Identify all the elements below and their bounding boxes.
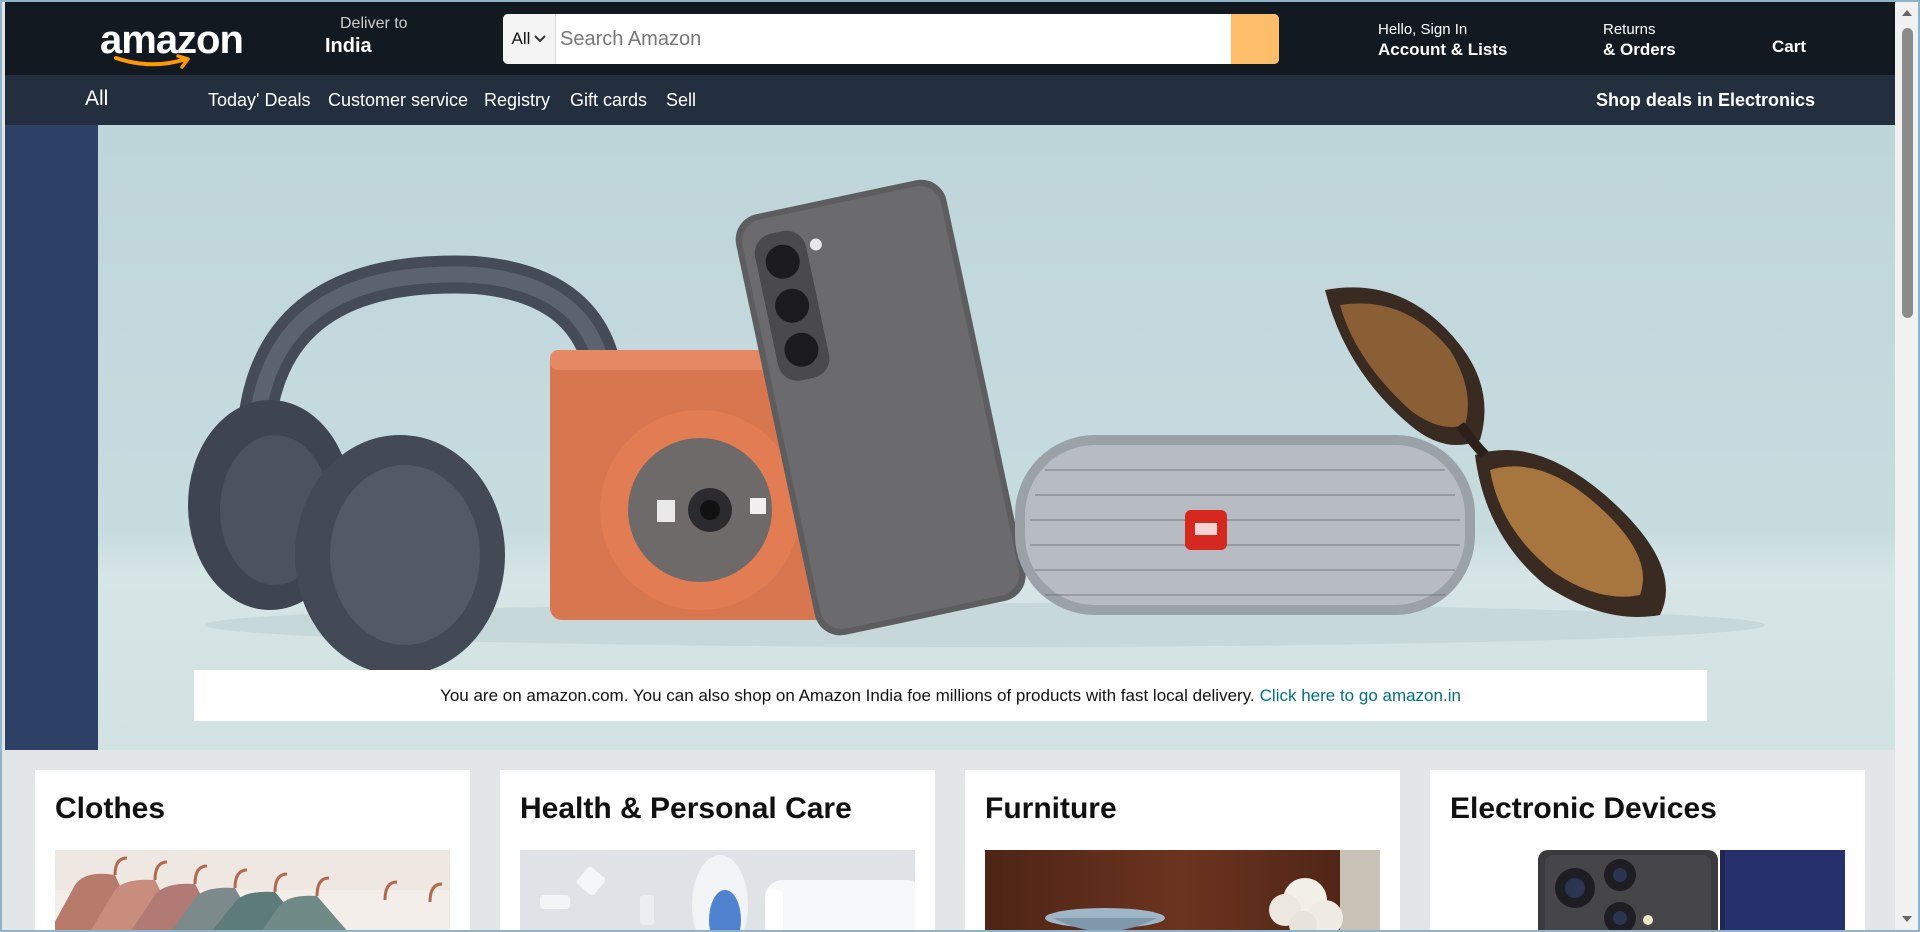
deliver-label: Deliver to — [340, 15, 408, 32]
deliver-to[interactable]: Deliver to India — [325, 15, 408, 58]
search-button[interactable] — [1231, 14, 1279, 64]
signin-greeting: Hello, Sign In — [1378, 21, 1468, 38]
go-amazon-in-link[interactable]: Click here to go amazon.in — [1260, 686, 1461, 706]
orders-label: & Orders — [1603, 40, 1676, 59]
card-clothes[interactable]: Clothes — [35, 770, 470, 932]
card-health-personal-care[interactable]: Health & Personal Care — [500, 770, 935, 932]
account-lists-label: Account & Lists — [1378, 40, 1508, 59]
deliver-location: India — [325, 35, 372, 57]
electronics-image — [1450, 850, 1845, 932]
search-category-select[interactable]: All — [503, 14, 556, 64]
health-care-image — [520, 850, 915, 932]
smile-arrow-icon — [114, 54, 190, 69]
chevron-down-icon — [534, 35, 547, 43]
subnav-item-gift-cards[interactable]: Gift cards — [570, 90, 647, 111]
search-category-label: All — [511, 29, 531, 48]
card-title: Electronic Devices — [1450, 792, 1717, 825]
card-title: Furniture — [985, 792, 1117, 825]
page: amazon Deliver to India All Hello, Sign … — [5, 0, 1895, 932]
returns-label: Returns — [1603, 21, 1656, 38]
all-menu-button[interactable]: All — [85, 87, 108, 111]
card-furniture[interactable]: Furniture — [965, 770, 1400, 932]
scroll-up-arrow-icon[interactable] — [1902, 10, 1912, 16]
subnav-item-sell[interactable]: Sell — [666, 90, 696, 111]
scroll-down-arrow-icon[interactable] — [1902, 916, 1912, 922]
cart-label: Cart — [1772, 37, 1807, 56]
card-title: Clothes — [55, 792, 166, 825]
shop-deals-electronics-link[interactable]: Shop deals in Electronics — [1596, 90, 1815, 111]
cart-link[interactable]: Cart — [1772, 35, 1806, 57]
clothes-image — [55, 850, 450, 932]
subnav-item-registry[interactable]: Registry — [484, 90, 550, 111]
header-nav: amazon Deliver to India All Hello, Sign … — [5, 0, 1895, 75]
search-bar: All — [503, 14, 1279, 64]
returns-orders-link[interactable]: Returns & Orders — [1603, 21, 1676, 60]
vertical-scrollbar[interactable] — [1895, 0, 1920, 932]
card-electronic-devices[interactable]: Electronic Devices — [1430, 770, 1865, 932]
scrollbar-thumb[interactable] — [1902, 28, 1913, 318]
amazon-logo[interactable]: amazon — [100, 20, 244, 70]
region-notice: You are on amazon.com. You can also shop… — [194, 670, 1707, 721]
search-input[interactable] — [556, 14, 1231, 64]
hero-products-image — [188, 179, 1765, 675]
furniture-image — [985, 850, 1380, 932]
hero-banner[interactable]: You are on amazon.com. You can also shop… — [5, 125, 1895, 750]
account-lists-link[interactable]: Hello, Sign In Account & Lists — [1378, 21, 1507, 60]
region-notice-text: You are on amazon.com. You can also shop… — [440, 685, 1255, 705]
subnav-item-todays-deals[interactable]: Today' Deals — [208, 90, 311, 111]
card-title: Health & Personal Care — [520, 792, 852, 825]
subnav-item-customer-service[interactable]: Customer service — [328, 90, 468, 111]
speaker-image — [1015, 435, 1475, 615]
sub-nav: All Today' Deals Customer service Regist… — [5, 75, 1895, 125]
